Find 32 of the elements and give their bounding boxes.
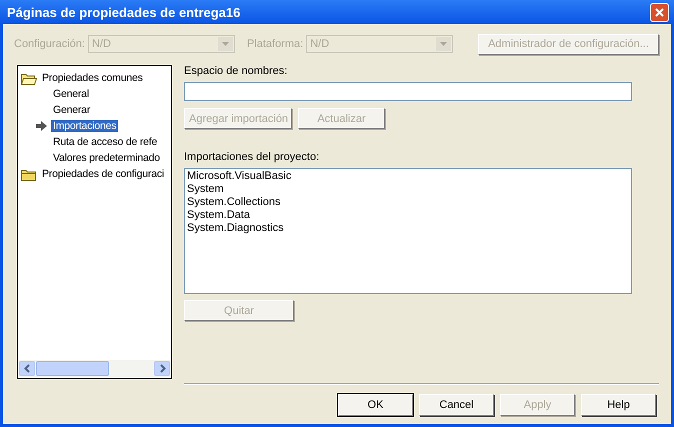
- dialog-button[interactable]: Cancel: [419, 394, 494, 416]
- close-button[interactable]: [650, 2, 669, 22]
- list-item[interactable]: Microsoft.VisualBasic: [187, 170, 629, 183]
- field-label: Configuración:: [14, 38, 85, 50]
- tree-item[interactable]: Ruta de acceso de refe: [51, 136, 160, 148]
- dialog-button[interactable]: Help: [581, 394, 656, 416]
- caret-icon: [440, 42, 448, 46]
- tree-item[interactable]: Importaciones: [51, 120, 118, 132]
- list-item[interactable]: System: [187, 183, 629, 196]
- dialog-button[interactable]: OK: [338, 394, 413, 416]
- tree-item[interactable]: Propiedades comunes: [40, 72, 145, 84]
- caret-icon: [222, 42, 229, 46]
- horizontal-scrollbar[interactable]: [19, 360, 170, 377]
- imports-list[interactable]: Microsoft.VisualBasic System System.Collections System.Data System.Diagnostics: [184, 168, 632, 294]
- namespace-field[interactable]: [184, 82, 632, 101]
- tree-item[interactable]: Valores predeterminado: [51, 152, 162, 164]
- field-label: Importaciones del proyecto:: [184, 151, 320, 163]
- arrow-icon: [35, 121, 48, 131]
- field-label: Plataforma:: [246, 38, 304, 50]
- list-item[interactable]: System.Data: [187, 209, 629, 222]
- field-label: Espacio de nombres:: [184, 65, 288, 77]
- chevron-right-icon: [158, 364, 166, 373]
- tree-item[interactable]: General: [51, 88, 91, 100]
- window-title: Páginas de propiedades de entrega16: [7, 4, 240, 20]
- dropdown: N/D: [306, 35, 454, 53]
- close-icon: [654, 6, 665, 18]
- list-item[interactable]: System.Collections: [187, 196, 629, 209]
- tree-item[interactable]: Generar: [51, 104, 92, 116]
- dropdown: N/D: [88, 35, 235, 53]
- chevron-left-icon: [24, 364, 30, 373]
- list-item[interactable]: System.Diagnostics: [187, 222, 629, 235]
- tree-item[interactable]: Propiedades de configuraci: [40, 168, 166, 180]
